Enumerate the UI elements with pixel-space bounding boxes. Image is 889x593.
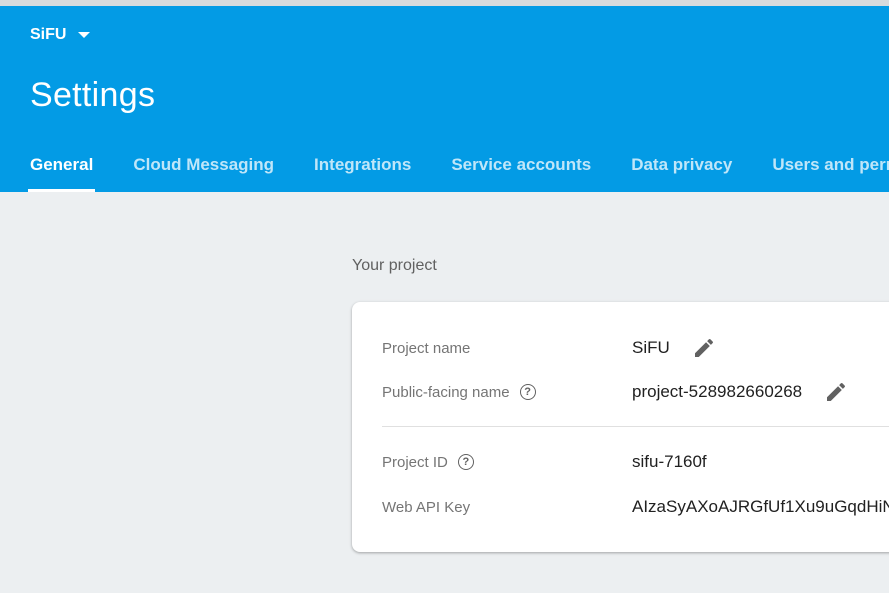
caret-down-icon bbox=[78, 32, 91, 38]
tab-general-label: General bbox=[30, 155, 94, 174]
help-icon[interactable]: ? bbox=[457, 454, 474, 470]
tab-cloud-messaging[interactable]: Cloud Messaging bbox=[113, 152, 294, 192]
tab-integrations-label: Integrations bbox=[314, 155, 412, 174]
tab-data-privacy-label: Data privacy bbox=[631, 155, 733, 174]
project-id-label: Project ID ? bbox=[382, 454, 632, 471]
api-key-value: AIzaSyAXoAJRGfUf1Xu9uGqdHiN bbox=[632, 497, 889, 516]
settings-tabs: General Cloud Messaging Integrations Ser… bbox=[0, 152, 889, 192]
project-id-value: sifu-7160f bbox=[632, 452, 707, 471]
tab-cloud-messaging-label: Cloud Messaging bbox=[133, 155, 275, 174]
tab-data-privacy[interactable]: Data privacy bbox=[611, 152, 752, 192]
edit-project-name-icon[interactable] bbox=[692, 336, 716, 360]
public-name-label: Public-facing name ? bbox=[382, 384, 632, 401]
page-title: Settings bbox=[30, 76, 156, 114]
project-switcher[interactable]: SiFU bbox=[30, 26, 91, 44]
edit-public-name-icon[interactable] bbox=[824, 380, 848, 404]
project-card: Project name SiFU Public-facing name ? p… bbox=[352, 302, 889, 552]
public-name-row: Public-facing name ? project-52898266026… bbox=[382, 380, 848, 404]
project-name-value: SiFU bbox=[632, 338, 670, 357]
project-name-label-text: Project name bbox=[382, 339, 471, 357]
public-name-label-text: Public-facing name bbox=[382, 383, 510, 401]
api-key-label: Web API Key bbox=[382, 499, 632, 516]
project-name-row: Project name SiFU bbox=[382, 336, 716, 360]
tab-users-label: Users and perm bbox=[772, 155, 889, 174]
active-tab-indicator bbox=[28, 189, 96, 192]
tab-integrations[interactable]: Integrations bbox=[294, 152, 431, 192]
tab-service-accounts[interactable]: Service accounts bbox=[431, 152, 611, 192]
public-name-value: project-528982660268 bbox=[632, 382, 803, 401]
section-title: Your project bbox=[352, 257, 437, 274]
tab-general[interactable]: General bbox=[0, 152, 113, 192]
divider bbox=[382, 426, 889, 427]
tab-users-and-permissions[interactable]: Users and perm bbox=[752, 152, 889, 192]
tab-service-accounts-label: Service accounts bbox=[451, 155, 592, 174]
project-id-row: Project ID ? sifu-7160f bbox=[382, 452, 707, 472]
api-key-label-text: Web API Key bbox=[382, 498, 471, 516]
help-icon[interactable]: ? bbox=[519, 384, 536, 400]
project-name-label: Project name bbox=[382, 340, 632, 357]
project-switcher-label: SiFU bbox=[30, 26, 67, 43]
api-key-row: Web API Key AIzaSyAXoAJRGfUf1Xu9uGqdHiN bbox=[382, 497, 889, 517]
settings-header: SiFU Settings General Cloud Messaging In… bbox=[0, 6, 889, 192]
project-id-label-text: Project ID bbox=[382, 453, 448, 471]
